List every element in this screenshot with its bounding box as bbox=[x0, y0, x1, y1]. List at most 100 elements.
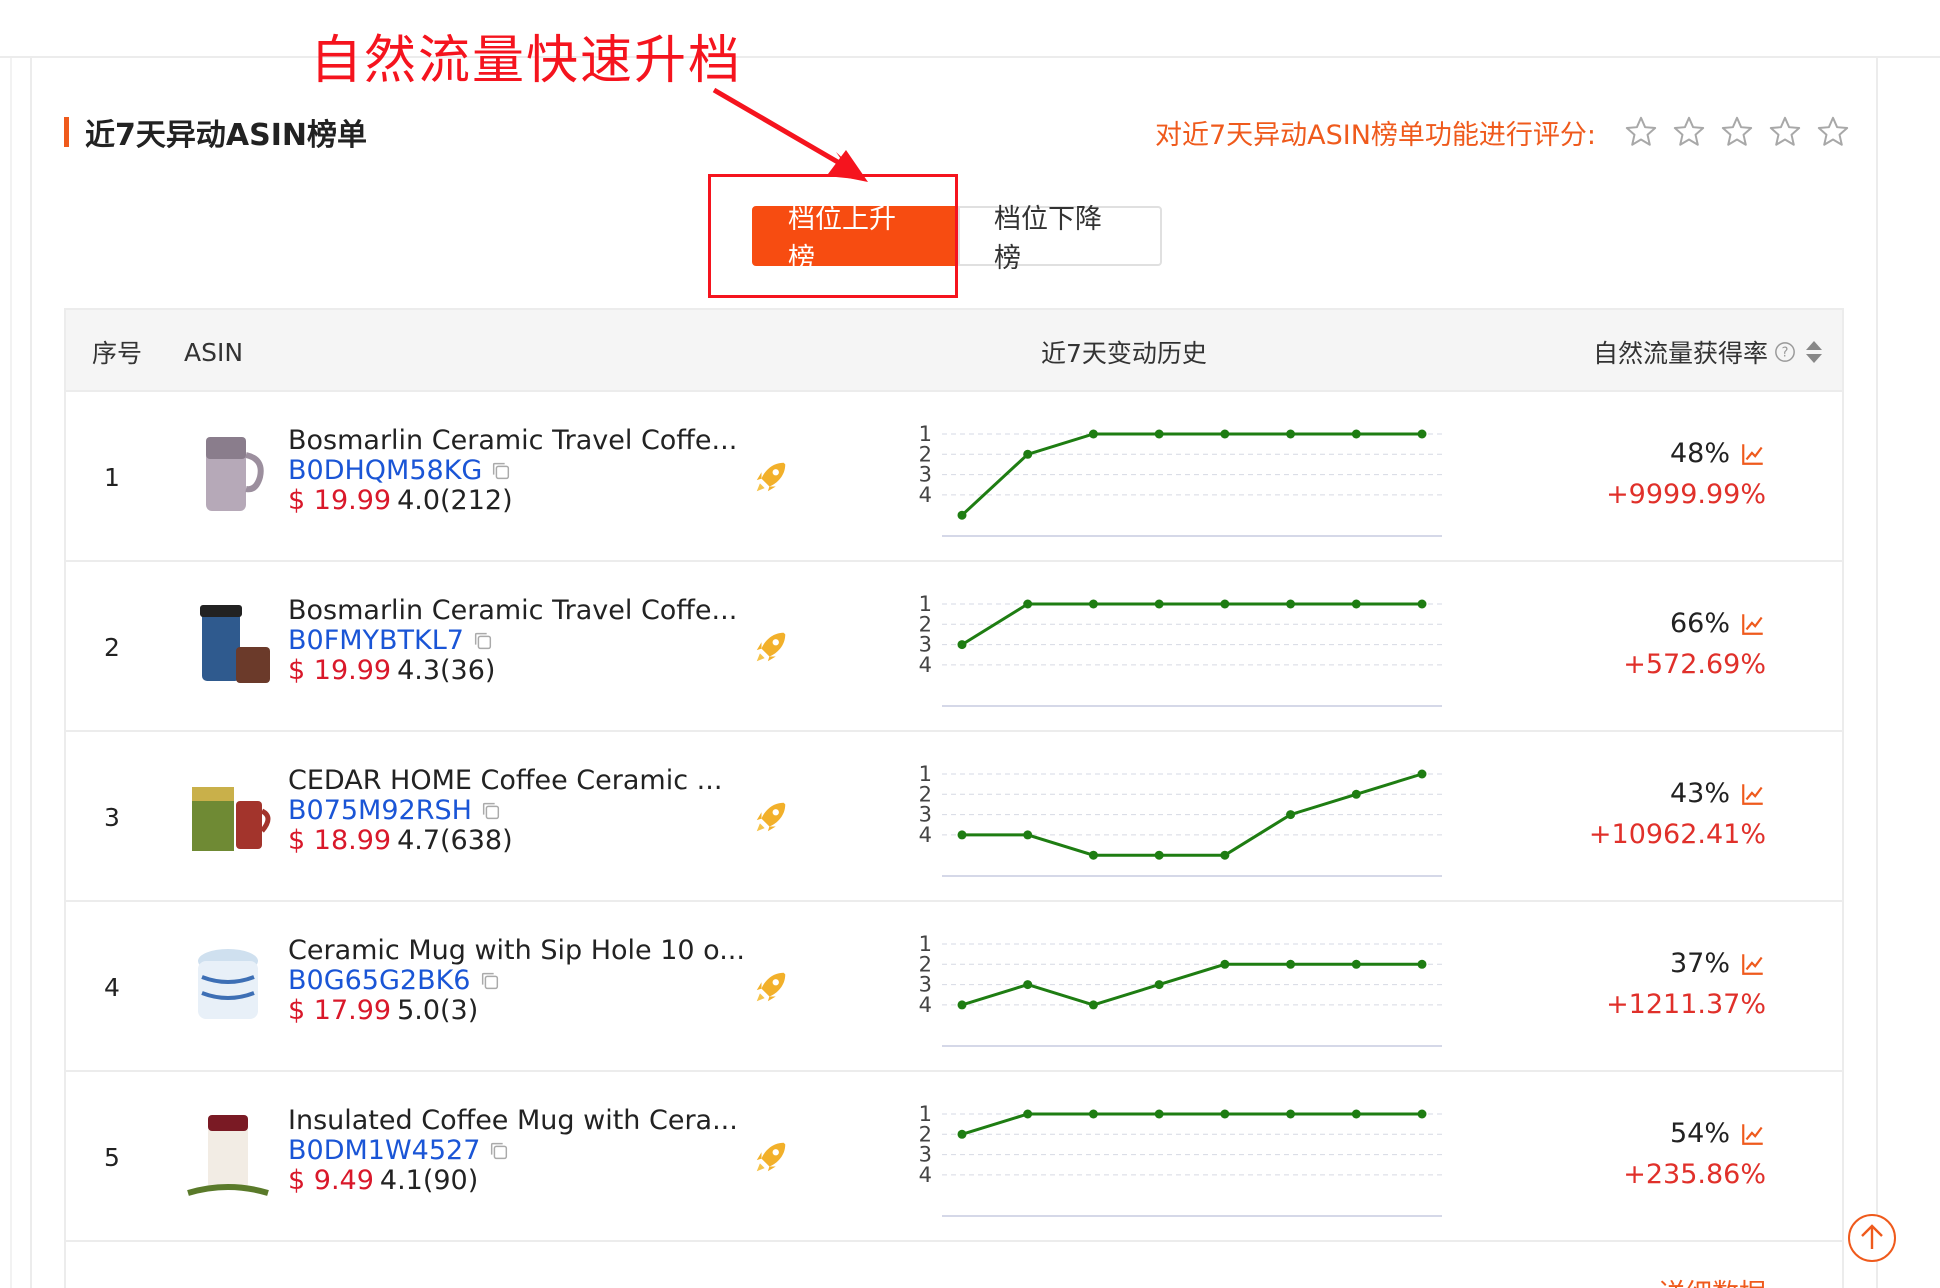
row-seq: 3 bbox=[104, 802, 120, 832]
trend-chart-icon[interactable] bbox=[1740, 441, 1766, 467]
rate-delta: +572.69% bbox=[1623, 649, 1766, 680]
header-history: 近7天变动历史 bbox=[1041, 339, 1207, 368]
rank-history-point[interactable] bbox=[1023, 449, 1033, 459]
product-price: $ 19.99 bbox=[288, 485, 392, 516]
product-asin-link[interactable]: B0FMYBTKL7 bbox=[288, 626, 464, 656]
rank-history-point[interactable] bbox=[1417, 1109, 1427, 1119]
table-header: 序号 ASIN 近7天变动历史 自然流量获得率 ? bbox=[64, 308, 1844, 392]
rank-history-point[interactable] bbox=[1220, 959, 1230, 969]
rank-history-point[interactable] bbox=[1088, 599, 1098, 609]
rank-history-point[interactable] bbox=[957, 1129, 967, 1139]
table-row: 5 Insulated Coffee Mug with Cera... B0DM… bbox=[64, 1072, 1844, 1242]
product-title[interactable]: Insulated Coffee Mug with Cera... bbox=[288, 1106, 758, 1136]
product-info: Bosmarlin Ceramic Travel Coffe... B0FMYB… bbox=[288, 596, 758, 686]
rank-history-point[interactable] bbox=[1286, 810, 1296, 820]
star-icon[interactable] bbox=[1672, 115, 1706, 149]
product-title[interactable]: Ceramic Mug with Sip Hole 10 o... bbox=[288, 936, 758, 966]
detail-data-link[interactable]: 详细数据 bbox=[1658, 1272, 1766, 1288]
row-seq: 1 bbox=[104, 462, 120, 492]
rank-history-point[interactable] bbox=[1220, 1109, 1230, 1119]
rank-history-point[interactable] bbox=[957, 830, 967, 840]
rank-history-point[interactable] bbox=[1417, 429, 1427, 439]
help-circle-icon[interactable]: ? bbox=[1774, 341, 1796, 363]
copy-icon[interactable] bbox=[488, 1140, 510, 1162]
copy-icon[interactable] bbox=[479, 970, 501, 992]
trend-chart-icon[interactable] bbox=[1740, 1121, 1766, 1147]
axis-tick-label: 4 bbox=[919, 653, 932, 677]
svg-text:?: ? bbox=[1782, 346, 1789, 361]
star-icon[interactable] bbox=[1816, 115, 1850, 149]
product-info: Ceramic Mug with Sip Hole 10 o... B0G65G… bbox=[288, 936, 758, 1026]
product-image[interactable] bbox=[178, 427, 278, 527]
rank-history-point[interactable] bbox=[1023, 830, 1033, 840]
rate-delta: +1211.37% bbox=[1606, 989, 1766, 1020]
rank-history-point[interactable] bbox=[1154, 850, 1164, 860]
product-price-row: $ 19.99 4.3(36) bbox=[288, 656, 758, 686]
star-icon[interactable] bbox=[1768, 115, 1802, 149]
rank-history-point[interactable] bbox=[1286, 1109, 1296, 1119]
rank-history-point[interactable] bbox=[957, 640, 967, 650]
rank-history-point[interactable] bbox=[1220, 599, 1230, 609]
rank-history-point[interactable] bbox=[1351, 789, 1361, 799]
product-asin-link[interactable]: B0DM1W4527 bbox=[288, 1136, 480, 1166]
table-row: 3 CEDAR HOME Coffee Ceramic ... B075M92R… bbox=[64, 732, 1844, 902]
rank-history-point[interactable] bbox=[1088, 1000, 1098, 1010]
rank-history-point[interactable] bbox=[1220, 429, 1230, 439]
rank-history-point[interactable] bbox=[1417, 599, 1427, 609]
product-image[interactable] bbox=[178, 1107, 278, 1207]
tab-rank-down[interactable]: 档位下降榜 bbox=[958, 204, 1162, 274]
rank-history-point[interactable] bbox=[1154, 429, 1164, 439]
product-image[interactable] bbox=[178, 937, 278, 1037]
sort-icon[interactable] bbox=[1804, 339, 1824, 365]
product-asin-link[interactable]: B075M92RSH bbox=[288, 796, 472, 826]
rank-history-point[interactable] bbox=[1088, 429, 1098, 439]
section-header: 近7天异动ASIN榜单 bbox=[64, 112, 367, 153]
star-icon[interactable] bbox=[1720, 115, 1754, 149]
rate-cell: 66% +572.69% bbox=[1623, 608, 1766, 680]
rank-history-point[interactable] bbox=[1023, 599, 1033, 609]
rank-history-point[interactable] bbox=[957, 1000, 967, 1010]
trend-chart-icon[interactable] bbox=[1740, 611, 1766, 637]
copy-icon[interactable] bbox=[480, 800, 502, 822]
product-price-row: $ 9.49 4.1(90) bbox=[288, 1166, 758, 1196]
product-title[interactable]: Bosmarlin Ceramic Travel Coffe... bbox=[288, 426, 758, 456]
rank-history-chart: 1234 bbox=[919, 592, 1442, 707]
product-title[interactable]: CEDAR HOME Coffee Ceramic ... bbox=[288, 766, 758, 796]
table-row: 1 Bosmarlin Ceramic Travel Coffe... B0DH… bbox=[64, 392, 1844, 562]
rank-history-point[interactable] bbox=[1351, 1109, 1361, 1119]
left-edge bbox=[10, 58, 12, 1288]
rank-history-point[interactable] bbox=[1220, 850, 1230, 860]
rank-history-point[interactable] bbox=[1154, 599, 1164, 609]
product-image[interactable] bbox=[178, 767, 278, 867]
trend-chart-icon[interactable] bbox=[1740, 781, 1766, 807]
rank-history-point[interactable] bbox=[1417, 769, 1427, 779]
rank-history-point[interactable] bbox=[1351, 599, 1361, 609]
rank-history-point[interactable] bbox=[1351, 959, 1361, 969]
rank-history-point[interactable] bbox=[1351, 429, 1361, 439]
copy-icon[interactable] bbox=[490, 460, 512, 482]
rank-history-point[interactable] bbox=[1023, 1109, 1033, 1119]
rank-history-point[interactable] bbox=[1286, 599, 1296, 609]
rank-history-point[interactable] bbox=[1154, 980, 1164, 990]
star-icon[interactable] bbox=[1624, 115, 1658, 149]
product-title[interactable]: Bosmarlin Ceramic Travel Coffe... bbox=[288, 596, 758, 626]
header-rate[interactable]: 自然流量获得率 ? bbox=[1593, 310, 1824, 394]
axis-tick-label: 4 bbox=[919, 823, 932, 847]
rank-history-point[interactable] bbox=[1286, 959, 1296, 969]
product-rating: 5.0(3) bbox=[397, 995, 479, 1026]
rank-history-point[interactable] bbox=[1088, 850, 1098, 860]
rank-history-point[interactable] bbox=[1154, 1109, 1164, 1119]
rank-history-point[interactable] bbox=[957, 510, 967, 520]
rank-history-point[interactable] bbox=[1417, 959, 1427, 969]
product-rating: 4.1(90) bbox=[379, 1165, 479, 1196]
product-asin-link[interactable]: B0DHQM58KG bbox=[288, 456, 482, 486]
rank-history-point[interactable] bbox=[1286, 429, 1296, 439]
copy-icon[interactable] bbox=[472, 630, 494, 652]
product-asin-link[interactable]: B0G65G2BK6 bbox=[288, 966, 471, 996]
back-to-top-icon[interactable] bbox=[1846, 1212, 1898, 1264]
rank-history-point[interactable] bbox=[1023, 980, 1033, 990]
header-seq: 序号 bbox=[92, 339, 143, 368]
product-image[interactable] bbox=[178, 597, 278, 697]
rank-history-point[interactable] bbox=[1088, 1109, 1098, 1119]
trend-chart-icon[interactable] bbox=[1740, 951, 1766, 977]
